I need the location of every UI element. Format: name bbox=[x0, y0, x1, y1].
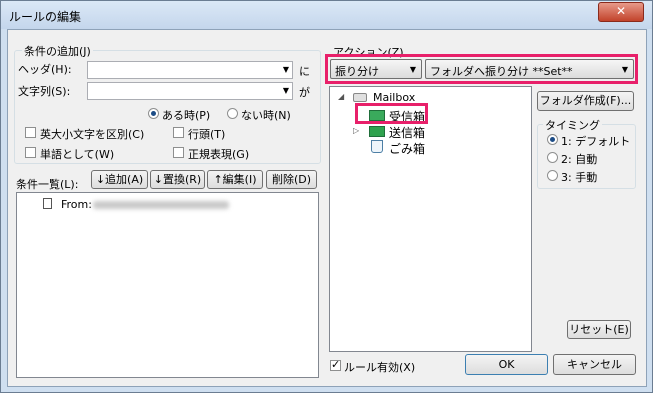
condition-list-label: 条件一覧(L): bbox=[16, 178, 79, 191]
mailbox-icon bbox=[353, 93, 367, 102]
chevron-down-icon: ▼ bbox=[282, 65, 289, 74]
add-button[interactable]: ↓追加(A) bbox=[91, 170, 148, 189]
header-label: ヘッダ(H): bbox=[18, 63, 72, 76]
check-case-label: 英大小文字を区別(C) bbox=[40, 128, 145, 141]
window-title: ルールの編集 bbox=[9, 10, 82, 24]
check-regex[interactable] bbox=[173, 147, 184, 158]
timing-radio-auto[interactable] bbox=[547, 152, 558, 163]
radio-present[interactable] bbox=[148, 108, 159, 119]
close-button[interactable]: ✕ bbox=[598, 2, 644, 22]
timing-label: タイミング bbox=[543, 117, 602, 133]
timing-auto-label: 2: 自動 bbox=[561, 153, 598, 166]
string-label: 文字列(S): bbox=[18, 85, 71, 98]
string-combo[interactable]: ▼ bbox=[87, 82, 293, 100]
check-regex-label: 正規表現(G) bbox=[188, 148, 250, 161]
chevron-down-icon: ▼ bbox=[282, 86, 289, 95]
check-word-label: 単語として(W) bbox=[40, 148, 115, 161]
trash-icon bbox=[371, 140, 383, 153]
timing-radio-manual[interactable] bbox=[547, 170, 558, 181]
enable-rule-label: ルール有効(X) bbox=[344, 361, 416, 374]
folder-tree[interactable]: ◢ Mailbox 受信箱 ▷ 送信箱 ごみ箱 bbox=[329, 86, 532, 352]
replace-button[interactable]: ↓置換(R) bbox=[150, 170, 205, 189]
outbox-icon bbox=[369, 126, 385, 137]
condition-item-from[interactable]: From: bbox=[61, 198, 92, 211]
header-suffix: に bbox=[299, 65, 310, 78]
dialog-client: 条件の追加(J) ヘッダ(H): ▼ に 文字列(S): ▼ が ある時(P) … bbox=[7, 29, 647, 387]
timing-radio-default[interactable] bbox=[547, 134, 558, 145]
header-combo[interactable]: ▼ bbox=[87, 61, 293, 79]
check-line-head[interactable] bbox=[173, 127, 184, 138]
edit-button[interactable]: ↑編集(I) bbox=[207, 170, 263, 189]
cancel-button[interactable]: キャンセル bbox=[553, 354, 636, 375]
create-folder-button[interactable]: フォルダ作成(F)... bbox=[537, 91, 634, 111]
redacted-address bbox=[93, 201, 229, 209]
condition-add-label: 条件の追加(J) bbox=[22, 43, 93, 59]
rule-edit-dialog: ルールの編集 ✕ 条件の追加(J) ヘッダ(H): ▼ に 文字列(S): ▼ … bbox=[0, 0, 653, 393]
reset-button[interactable]: リセット(E) bbox=[567, 320, 631, 339]
ok-button[interactable]: OK bbox=[465, 354, 548, 375]
inbox-highlight bbox=[355, 103, 428, 124]
radio-absent[interactable] bbox=[227, 108, 238, 119]
enable-rule-checkbox[interactable]: ✓ bbox=[330, 358, 341, 371]
string-suffix: が bbox=[299, 86, 310, 99]
condition-list[interactable]: From: bbox=[16, 192, 319, 378]
timing-manual-label: 3: 手動 bbox=[561, 171, 598, 184]
expand-icon: ▷ bbox=[353, 126, 360, 135]
document-icon bbox=[43, 198, 52, 209]
collapse-icon: ◢ bbox=[338, 92, 345, 101]
folder-outbox[interactable]: 送信箱 bbox=[389, 124, 425, 141]
radio-absent-label: ない時(N) bbox=[241, 109, 291, 122]
check-linehead-label: 行頭(T) bbox=[188, 128, 226, 141]
timing-default-label: 1: デフォルト bbox=[561, 135, 631, 148]
title-bar: ルールの編集 ✕ bbox=[1, 1, 652, 29]
action-highlight bbox=[325, 54, 638, 84]
check-word[interactable] bbox=[25, 147, 36, 158]
check-mark-icon: ✓ bbox=[331, 358, 341, 371]
folder-trash[interactable]: ごみ箱 bbox=[389, 140, 425, 157]
check-case-sensitive[interactable] bbox=[25, 127, 36, 138]
close-icon: ✕ bbox=[615, 4, 627, 18]
delete-button[interactable]: 削除(D) bbox=[266, 170, 317, 189]
radio-present-label: ある時(P) bbox=[162, 109, 211, 122]
